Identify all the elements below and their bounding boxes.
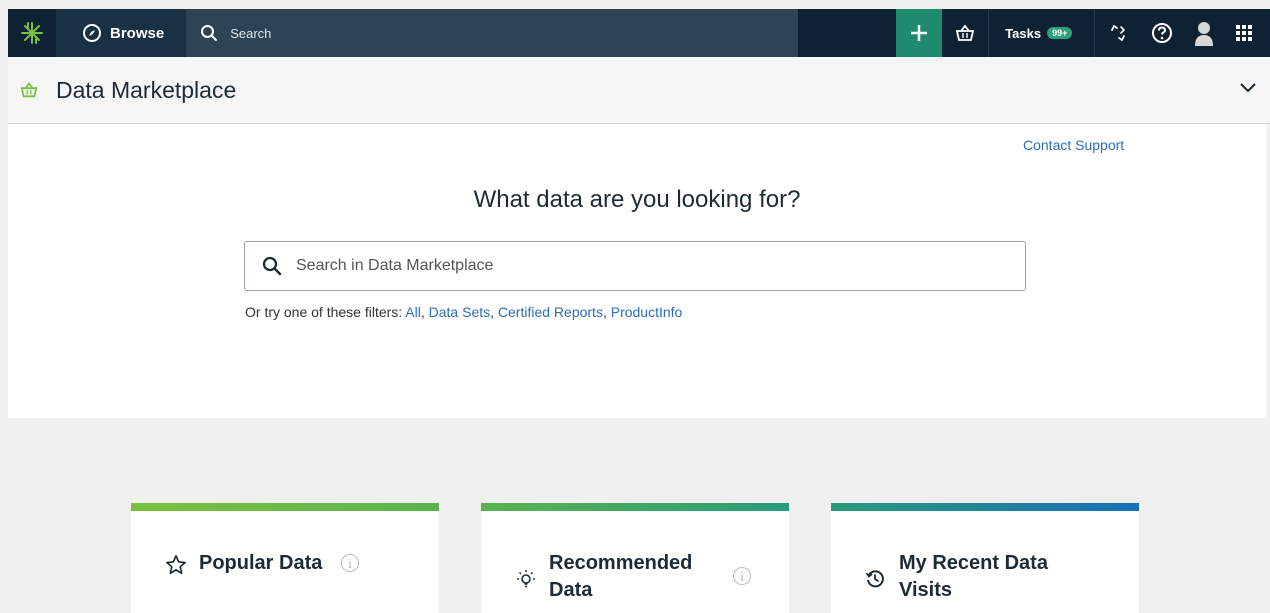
recommended-title-line1: Recommended (549, 552, 693, 574)
page-header: Data Marketplace (8, 57, 1270, 124)
tasks-button[interactable]: Tasks 99+ (988, 9, 1096, 57)
recent-title-line2: Visits (899, 579, 952, 601)
filter-suggestions: Or try one of these filters: All, Data S… (245, 304, 683, 320)
filter-productinfo-link[interactable]: ProductInfo (611, 304, 683, 320)
tasks-count-badge: 99+ (1047, 27, 1073, 39)
recent-title-line1: My Recent Data (899, 552, 1048, 574)
filter-certified-reports-link[interactable]: Certified Reports (498, 304, 603, 320)
star-icon (166, 555, 186, 575)
basket-icon (956, 24, 975, 41)
global-search-field[interactable]: Search (186, 9, 799, 57)
recent-visits-title: My Recent Data Visits (899, 550, 1048, 604)
compass-icon (83, 24, 101, 42)
info-icon[interactable]: i (733, 567, 751, 585)
filter-data-sets-link[interactable]: Data Sets (429, 304, 490, 320)
contact-support-link[interactable]: Contact Support (1023, 137, 1124, 153)
help-icon (1152, 23, 1173, 43)
filter-all-link[interactable]: All (405, 304, 421, 320)
lightbulb-icon (517, 570, 535, 588)
info-icon[interactable]: i (341, 554, 359, 572)
user-avatar-button[interactable] (1183, 9, 1225, 57)
grid-icon (1236, 25, 1253, 41)
activity-stream-button[interactable] (1095, 9, 1141, 57)
help-button[interactable] (1141, 9, 1183, 57)
marketplace-basket-icon (20, 82, 38, 98)
popular-card-accent (131, 503, 439, 511)
app-switcher-button[interactable] (1225, 9, 1263, 57)
page-title: Data Marketplace (56, 77, 237, 103)
browse-button[interactable]: Browse (56, 9, 187, 57)
marketplace-search-box[interactable] (244, 241, 1026, 291)
marketplace-search-input[interactable] (294, 256, 978, 276)
plus-icon (911, 25, 928, 41)
browse-label: Browse (110, 24, 165, 42)
search-icon (201, 25, 218, 41)
chevron-down-icon[interactable] (1240, 83, 1256, 93)
popular-data-title: Popular Data (199, 552, 323, 574)
recommended-title-line2: Data (549, 579, 593, 601)
recommended-card-accent (481, 503, 789, 511)
search-icon (262, 256, 282, 276)
hero-heading: What data are you looking for? (473, 186, 801, 213)
top-navigation-bar: Browse Search Tasks 99+ (8, 9, 1270, 57)
tasks-label: Tasks (1005, 25, 1042, 41)
create-button[interactable] (896, 9, 943, 57)
recent-card-accent (831, 503, 1139, 511)
logo-icon (21, 22, 43, 44)
arrows-icon (1111, 25, 1126, 41)
filters-prefix: Or try one of these filters: (245, 304, 406, 320)
recommended-data-card[interactable]: Recommended Data i (481, 503, 789, 613)
recommended-data-title: Recommended Data (549, 550, 692, 604)
marketplace-basket-button[interactable] (942, 9, 988, 57)
app-logo[interactable] (8, 9, 56, 57)
popular-data-card[interactable]: Popular Data i (131, 503, 439, 613)
history-icon (865, 570, 884, 588)
global-search-placeholder: Search (230, 25, 272, 41)
recent-visits-card[interactable]: My Recent Data Visits (831, 503, 1139, 613)
search-hero-panel: Contact Support What data are you lookin… (8, 124, 1266, 418)
avatar-icon (1195, 22, 1214, 46)
